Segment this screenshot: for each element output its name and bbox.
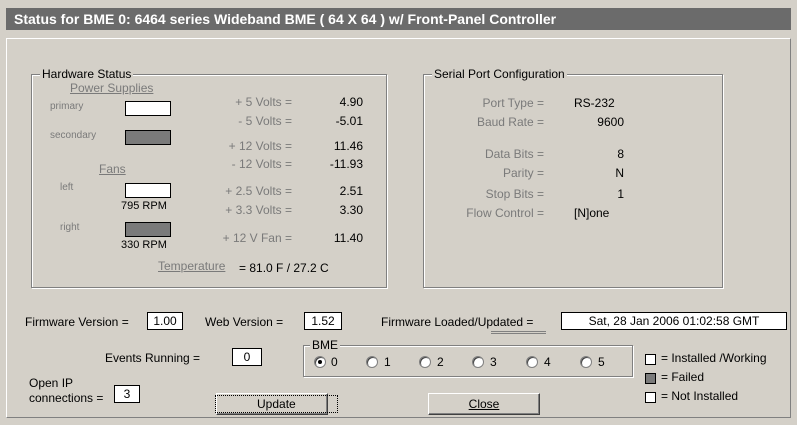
serial-value: 1 (617, 187, 624, 201)
update-button-label: Update (215, 395, 338, 413)
volt-label: + 3.3 Volts = (225, 203, 292, 217)
legend-failed-swatch (645, 373, 656, 384)
firmware-loaded-underline (491, 331, 546, 334)
serial-value: RS-232 (574, 96, 615, 110)
legend-not-installed-label: = Not Installed (661, 389, 739, 403)
bme-radio-0[interactable] (314, 356, 326, 368)
fan-left-rpm: 795 RPM (121, 200, 167, 212)
serial-value: N (615, 166, 624, 180)
update-button[interactable]: Update (215, 393, 338, 415)
fan-left-indicator (125, 183, 171, 198)
web-version-label: Web Version = (205, 315, 284, 329)
status-window: Hardware Status Power Supplies primary s… (6, 38, 791, 418)
volt-label: + 12 V Fan = (222, 231, 292, 245)
legend-not-installed-swatch (645, 392, 656, 403)
close-button[interactable]: Close (428, 393, 540, 415)
open-ip-label-2: connections = (29, 391, 104, 405)
serial-label: Flow Control = (466, 206, 544, 220)
secondary-supply-indicator (125, 130, 171, 145)
hardware-status-group: Hardware Status Power Supplies primary s… (31, 67, 387, 288)
serial-value: [N]one (574, 206, 610, 220)
firmware-version-label: Firmware Version = (25, 315, 129, 329)
bme-radio-label: 2 (437, 355, 444, 369)
fans-label: Fans (99, 162, 126, 176)
bme-radio-label: 5 (598, 355, 605, 369)
fan-left-label: left (60, 182, 74, 193)
fan-right-rpm: 330 RPM (121, 239, 167, 251)
web-version-field: 1.52 (304, 312, 342, 330)
serial-value: 8 (617, 147, 624, 161)
fan-right-indicator (125, 222, 171, 237)
primary-supply-indicator (125, 101, 171, 116)
open-ip-field: 3 (114, 385, 140, 403)
primary-label: primary (50, 101, 84, 112)
window-title: Status for BME 0: 6464 series Wideband B… (6, 8, 791, 30)
bme-radio-label: 1 (384, 355, 391, 369)
volt-label: + 12 Volts = (228, 139, 292, 153)
bme-radio-label: 3 (490, 355, 497, 369)
fan-right-label: right (60, 222, 80, 233)
volt-value: -5.01 (335, 114, 363, 128)
temperature-label: Temperature (158, 259, 226, 273)
serial-label: Parity = (502, 166, 544, 180)
secondary-label: secondary (50, 130, 97, 141)
firmware-loaded-field: Sat, 28 Jan 2006 01:02:58 GMT (561, 312, 787, 330)
firmware-loaded-text: Firmware Loaded/Updated = (381, 315, 534, 329)
open-ip-label: Open IP (29, 376, 74, 390)
bme-group: BME 0 1 2 3 4 5 (303, 338, 633, 377)
volt-value: 4.90 (339, 95, 363, 109)
volt-value: 3.30 (339, 203, 363, 217)
close-button-label: Close (468, 397, 500, 411)
power-supplies-label: Power Supplies (70, 81, 154, 95)
bme-radio-label: 4 (544, 355, 551, 369)
volt-value: 2.51 (339, 184, 363, 198)
events-running-label: Events Running = (105, 351, 201, 365)
legend-failed-label: = Failed (661, 370, 705, 384)
legend-installed-label: = Installed /Working (661, 351, 767, 365)
serial-label: Baud Rate = (476, 115, 544, 129)
volt-label: - 5 Volts = (238, 114, 292, 128)
serial-port-legend: Serial Port Configuration (432, 67, 567, 81)
firmware-version-field: 1.00 (147, 312, 183, 330)
volt-label: + 5 Volts = (235, 95, 292, 109)
serial-label: Port Type = (482, 96, 544, 110)
volt-label: - 12 Volts = (231, 157, 292, 171)
hardware-status-legend: Hardware Status (40, 67, 134, 81)
events-running-field: 0 (232, 348, 262, 366)
bme-radio-1[interactable] (366, 356, 378, 368)
volt-label: + 2.5 Volts = (225, 184, 292, 198)
serial-port-group: Serial Port Configuration Port Type = RS… (423, 67, 723, 288)
serial-label: Data Bits = (484, 147, 544, 161)
serial-label: Stop Bits = (485, 187, 544, 201)
title-bar: Status for BME 0: 6464 series Wideband B… (0, 0, 797, 38)
volt-value: 11.40 (333, 231, 363, 245)
bme-radio-3[interactable] (472, 356, 484, 368)
firmware-loaded-label: Firmware Loaded/Updated = (381, 315, 533, 329)
bme-radio-4[interactable] (526, 356, 538, 368)
bme-radio-5[interactable] (580, 356, 592, 368)
serial-value: 9600 (597, 115, 624, 129)
bme-radio-label: 0 (331, 355, 338, 369)
bme-legend: BME (310, 338, 341, 352)
legend-installed-swatch (645, 354, 656, 365)
bme-radio-2[interactable] (419, 356, 431, 368)
volt-value: 11.46 (333, 139, 363, 153)
temperature-value: = 81.0 F / 27.2 C (239, 261, 329, 275)
volt-value: -11.93 (329, 157, 363, 171)
